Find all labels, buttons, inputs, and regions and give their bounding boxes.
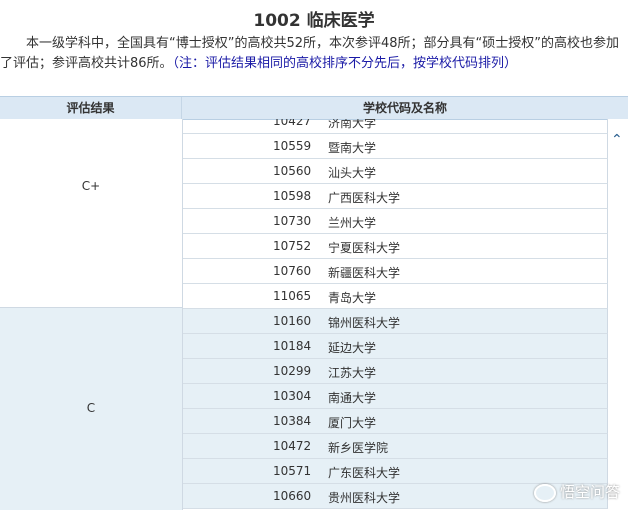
school-code: 10184: [273, 339, 312, 353]
table-row: 10760 新疆医科大学: [183, 259, 608, 284]
grade-group-c-plus: C+: [0, 119, 183, 308]
school-name: 新疆医科大学: [328, 266, 401, 280]
table-row: 10730 兰州大学: [183, 209, 608, 234]
table-row: 10472 新乡医学院: [183, 434, 608, 459]
school-name: 宁夏医科大学: [328, 241, 401, 255]
scrollbar[interactable]: [608, 119, 628, 510]
school-code: 10427: [273, 119, 312, 128]
school-code: 10760: [273, 264, 312, 278]
school-name: 兰州大学: [328, 216, 377, 230]
intro-note: （注：评估结果相同的高校排序不分先后，按学校代码排列）: [172, 56, 518, 71]
school-name: 南通大学: [328, 391, 377, 405]
table-row: 10160 锦州医科大学: [183, 309, 608, 334]
school-code: 10598: [273, 189, 312, 203]
table-row: 10598 广西医科大学: [183, 184, 608, 209]
table-row: 10559 暨南大学: [183, 134, 608, 159]
school-code: 10384: [273, 414, 312, 428]
page-title: 1002 临床医学: [253, 11, 375, 31]
grade-group-c: C: [0, 308, 183, 510]
table-row: 10184 延边大学: [183, 334, 608, 359]
school-code: 10730: [273, 214, 312, 228]
school-name: 延边大学: [328, 341, 377, 355]
chat-bubble-icon: [533, 483, 556, 502]
school-name: 厦门大学: [328, 416, 377, 430]
grade-label: C+: [81, 179, 101, 193]
table-header: 评估结果 学校代码及名称: [0, 96, 628, 120]
school-name: 广东医科大学: [328, 466, 401, 480]
watermark-text: 悟空问答: [559, 483, 620, 501]
table-row: 10560 汕头大学: [183, 159, 608, 184]
watermark: 悟空问答: [533, 481, 620, 502]
school-code: 10571: [273, 464, 312, 478]
school-rows: 10427 济南大学 10559 暨南大学 10560 汕头大学 10598 广西医科大…: [183, 119, 608, 509]
table-body: C+ C 10427 济南大学 10559 暨南大学 10560 汕头大学 10598…: [0, 119, 628, 510]
table-row: 10427 济南大学: [183, 119, 608, 134]
school-name: 贵州医科大学: [328, 491, 401, 505]
table-row: 10299 江苏大学: [183, 359, 608, 384]
table-row: 10304 南通大学: [183, 384, 608, 409]
header-grade: 评估结果: [66, 101, 115, 115]
school-code: 10304: [273, 389, 312, 403]
school-code: 10160: [273, 314, 312, 328]
school-code: 10560: [273, 164, 312, 178]
table-row: 10384 厦门大学: [183, 409, 608, 434]
school-name: 青岛大学: [328, 291, 377, 305]
school-code: 10559: [273, 139, 312, 153]
school-name: 暨南大学: [328, 141, 377, 155]
school-code: 11065: [273, 289, 312, 303]
school-code: 10752: [273, 239, 312, 253]
grade-label: C: [86, 401, 96, 415]
school-name: 济南大学: [328, 119, 377, 130]
chevron-up-icon[interactable]: ⌃: [611, 132, 623, 148]
school-code: 10299: [273, 364, 312, 378]
school-code: 10660: [273, 489, 312, 503]
school-name: 汕头大学: [328, 166, 377, 180]
school-name: 新乡医学院: [328, 441, 389, 455]
school-name: 江苏大学: [328, 366, 377, 380]
school-name: 锦州医科大学: [328, 316, 401, 330]
table-row: 10752 宁夏医科大学: [183, 234, 608, 259]
header-school: 学校代码及名称: [362, 101, 447, 115]
table-row: 11065 青岛大学: [183, 284, 608, 309]
school-code: 10472: [273, 439, 312, 453]
school-name: 广西医科大学: [328, 191, 401, 205]
intro-paragraph: 本一级学科中，全国具有“博士授权”的高校共52所，本次参评48所；部分具有“硕士…: [0, 34, 620, 74]
